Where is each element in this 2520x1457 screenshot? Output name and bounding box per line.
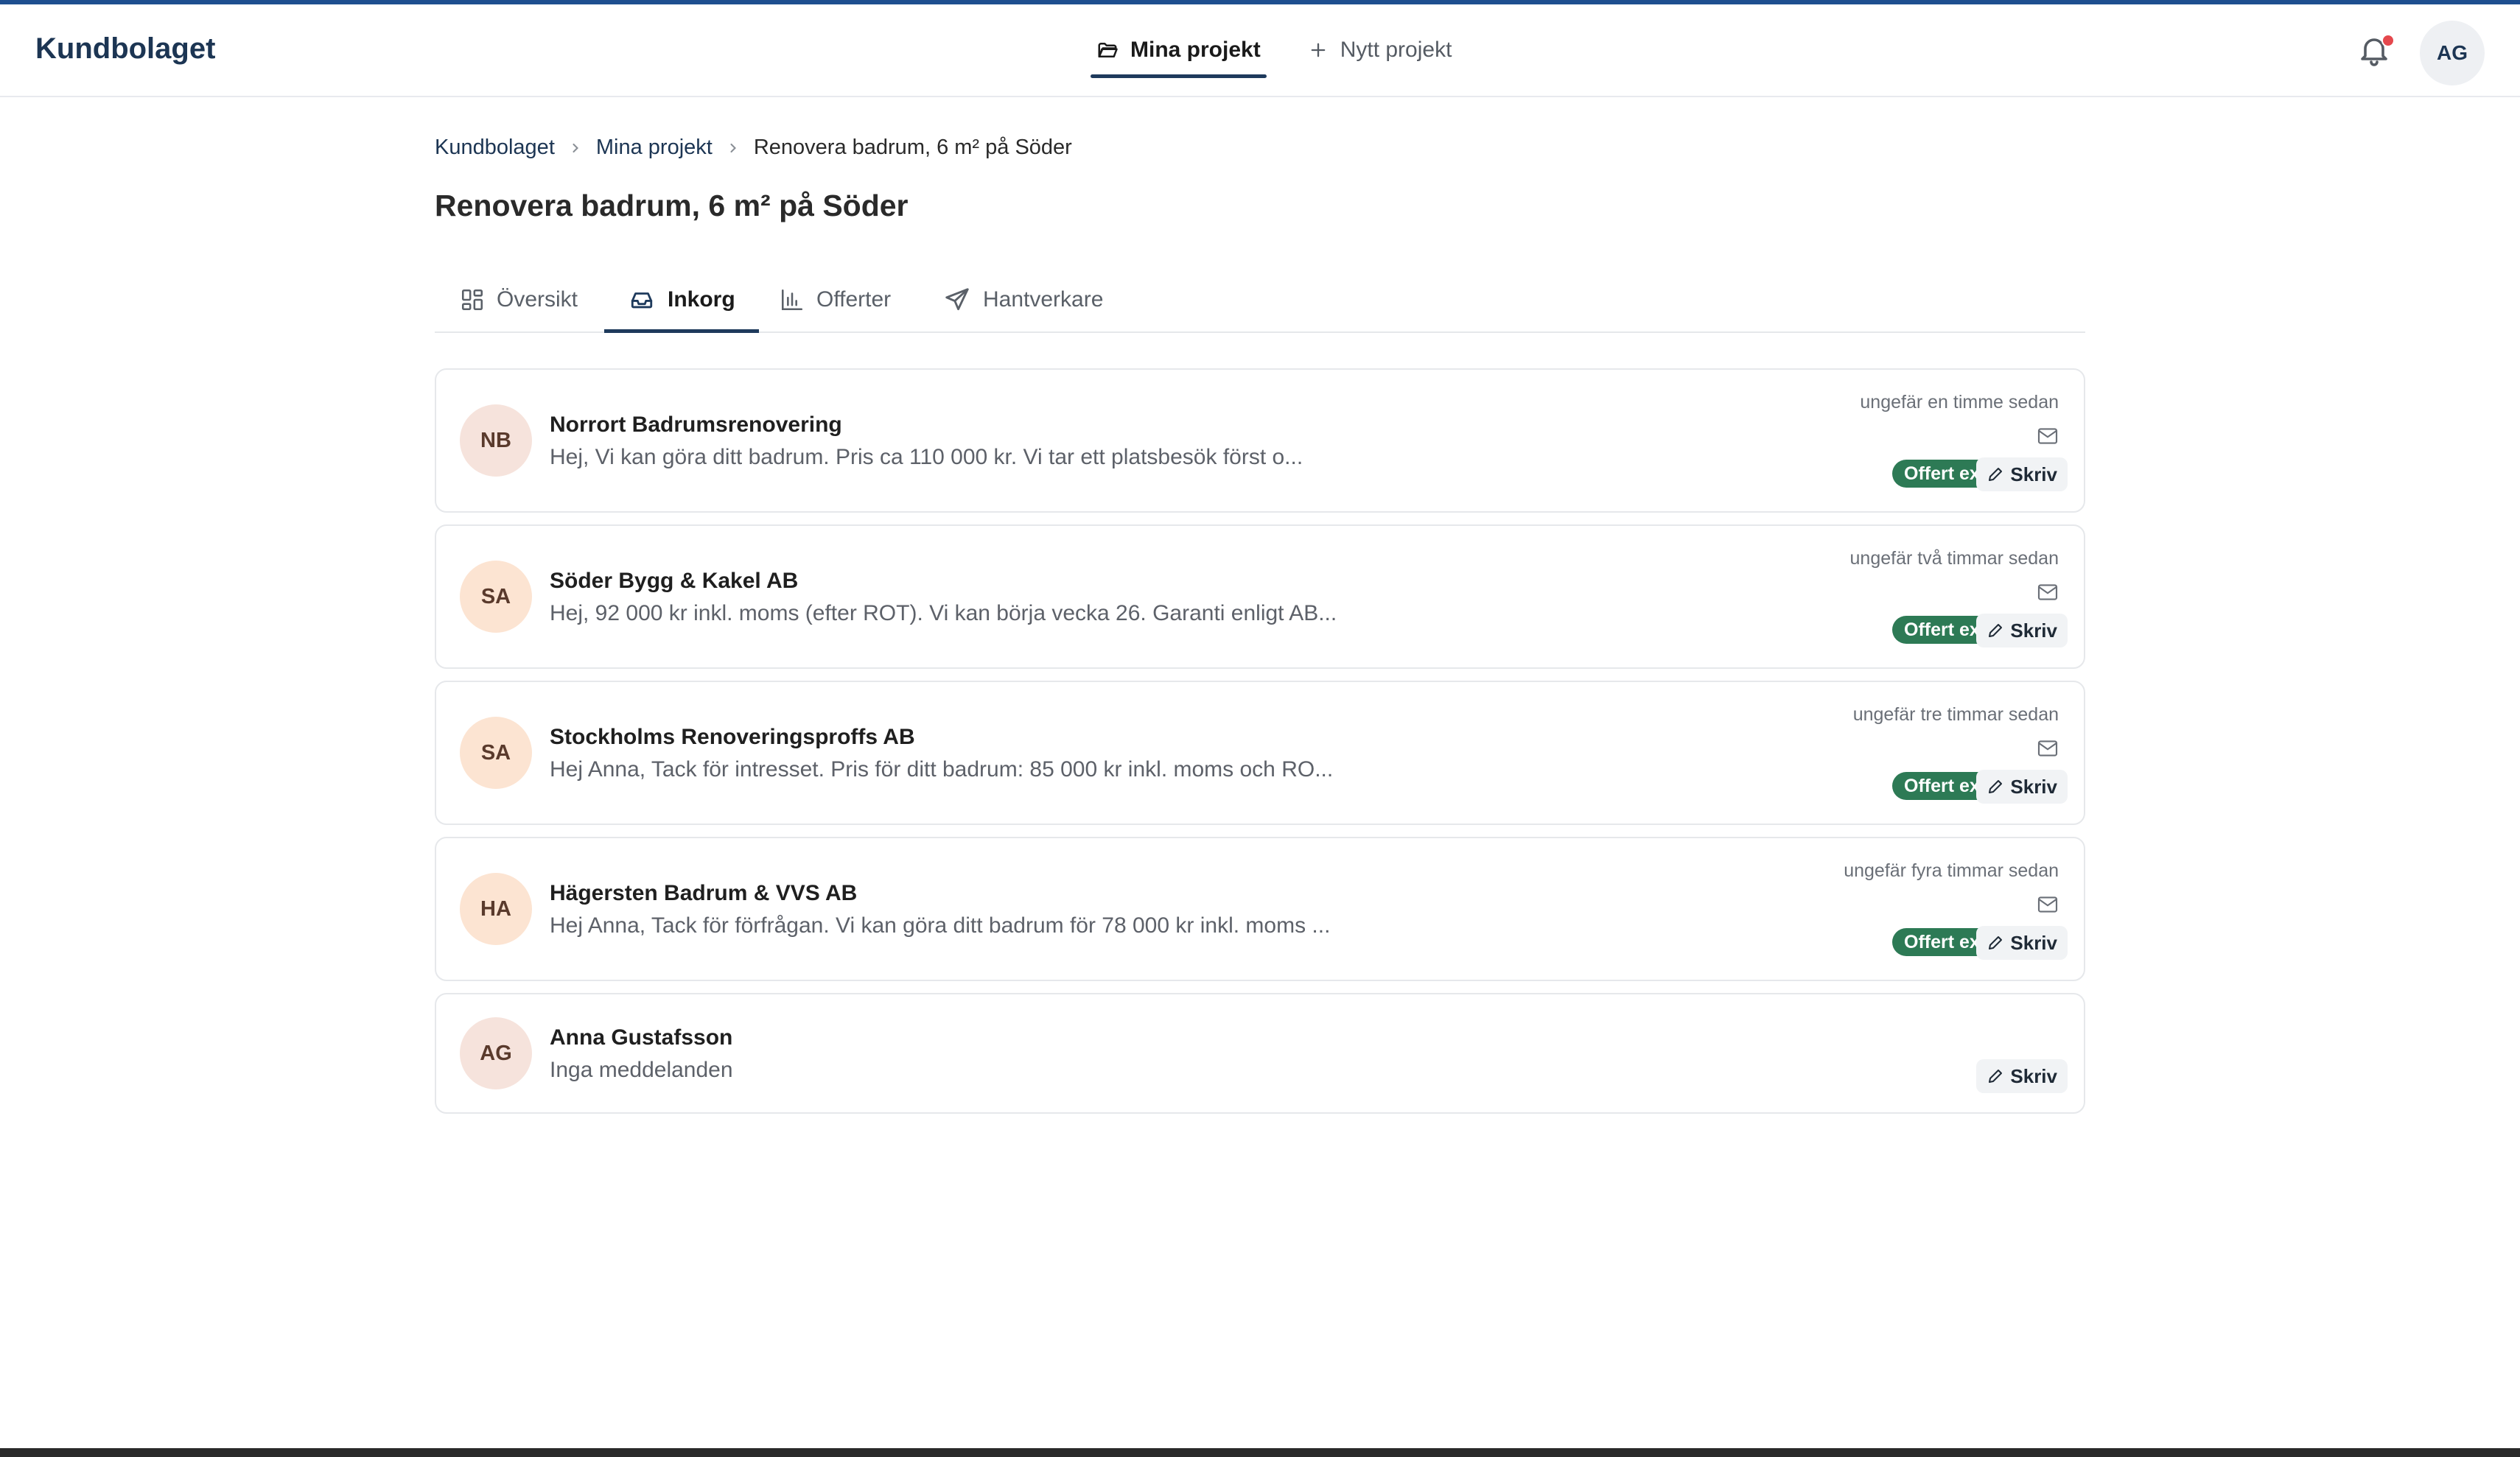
conversation-preview: Hej, Vi kan göra ditt badrum. Pris ca 11… [550, 445, 1303, 469]
chevron-right-icon [573, 143, 578, 152]
tab-hantverkare[interactable]: Hantverkare [943, 268, 1103, 331]
write-button[interactable]: Skriv [1976, 1059, 2068, 1093]
conversation-time: ungefär tre timmar sedan [1852, 704, 2059, 725]
write-button[interactable]: Skriv [1976, 770, 2068, 804]
avatar: HA [460, 873, 532, 945]
tab-oversikt[interactable]: Översikt [460, 268, 578, 331]
breadcrumb-current: Renovera badrum, 6 m² på Söder [753, 136, 1072, 159]
pencil-icon [1989, 936, 2003, 949]
conversation-time: ungefär två timmar sedan [1849, 548, 2059, 569]
dashboard-icon [461, 289, 483, 311]
pencil-icon [1989, 468, 2003, 481]
page-title: Renovera badrum, 6 m² på Söder [435, 189, 909, 222]
breadcrumb-item[interactable]: Mina projekt [596, 136, 713, 160]
tab-label: Översikt [497, 287, 578, 312]
pencil-icon [1989, 624, 2003, 637]
folder-icon [1098, 43, 1118, 57]
mail-icon [2037, 896, 2058, 913]
write-label: Skriv [2010, 931, 2057, 954]
breadcrumb: Kundbolaget Mina projekt Renovera badrum… [435, 136, 1072, 160]
conversation-time: ungefär fyra timmar sedan [1844, 860, 2059, 881]
bar-chart-icon [781, 289, 803, 311]
plus-icon [1311, 43, 1326, 57]
pencil-icon [1989, 780, 2003, 793]
conversation-preview: Hej, 92 000 kr inkl. moms (efter ROT). V… [550, 601, 1337, 625]
breadcrumb-item[interactable]: Kundbolaget [435, 136, 555, 160]
mail-icon [2037, 740, 2058, 756]
main-nav: Mina projekt Nytt projekt [1091, 4, 1457, 96]
tab-offerter[interactable]: Offerter [780, 268, 891, 331]
conversation-card[interactable]: SA Söder Bygg & Kakel AB Hej, 92 000 kr … [435, 524, 2085, 669]
write-button[interactable]: Skriv [1976, 457, 2068, 491]
write-label: Skriv [2010, 463, 2057, 485]
tab-inkorg[interactable]: Inkorg [604, 268, 759, 333]
conversation-sender: Hägersten Badrum & VVS AB [550, 881, 858, 905]
nav-nytt-projekt[interactable]: Nytt projekt [1302, 4, 1458, 96]
conversation-card[interactable]: SA Stockholms Renoveringsproffs AB Hej A… [435, 681, 2085, 825]
conversation-card[interactable]: HA Hägersten Badrum & VVS AB Hej Anna, T… [435, 837, 2085, 981]
write-label: Skriv [2010, 775, 2057, 798]
tab-label: Inkorg [668, 287, 735, 312]
conversation-preview: Hej Anna, Tack för förfrågan. Vi kan gör… [550, 913, 1331, 938]
conversation-card[interactable]: NB Norrort Badrumsrenovering Hej, Vi kan… [435, 368, 2085, 513]
nav-label: Nytt projekt [1340, 38, 1452, 62]
mail-icon [2037, 428, 2058, 444]
brand-logo[interactable]: Kundbolaget [35, 32, 215, 66]
user-avatar[interactable]: AG [2420, 21, 2485, 85]
conversation-sender: Anna Gustafsson [550, 1025, 733, 1050]
avatar: SA [460, 717, 532, 789]
avatar: SA [460, 561, 532, 633]
avatar: AG [460, 1017, 532, 1089]
chevron-right-icon [730, 143, 736, 152]
window-frame-bottom [0, 1448, 2520, 1457]
send-icon [945, 288, 969, 311]
project-tabs: Översikt Inkorg Offerter Hantverkare [435, 268, 2085, 333]
mail-icon [2037, 584, 2058, 600]
conversation-time: ungefär en timme sedan [1860, 392, 2059, 412]
nav-label: Mina projekt [1130, 38, 1261, 62]
conversation-sender: Söder Bygg & Kakel AB [550, 569, 799, 593]
conversation-card[interactable]: AG Anna Gustafsson Inga meddelanden Skri… [435, 993, 2085, 1114]
conversation-preview: Inga meddelanden [550, 1058, 733, 1082]
avatar: NB [460, 404, 532, 477]
app-header: Kundbolaget Mina projekt Nytt projekt AG [0, 4, 2520, 97]
conversation-sender: Stockholms Renoveringsproffs AB [550, 725, 915, 749]
conversation-sender: Norrort Badrumsrenovering [550, 412, 842, 437]
write-button[interactable]: Skriv [1976, 614, 2068, 647]
write-button[interactable]: Skriv [1976, 926, 2068, 960]
inbox-icon [631, 292, 653, 309]
write-label: Skriv [2010, 1064, 2057, 1087]
pencil-icon [1989, 1070, 2003, 1083]
write-label: Skriv [2010, 619, 2057, 642]
tab-label: Offerter [816, 287, 892, 312]
notification-dot [2381, 34, 2395, 47]
conversation-preview: Hej Anna, Tack för intresset. Pris för d… [550, 757, 1334, 782]
tab-label: Hantverkare [983, 287, 1104, 312]
nav-mina-projekt[interactable]: Mina projekt [1091, 4, 1267, 96]
